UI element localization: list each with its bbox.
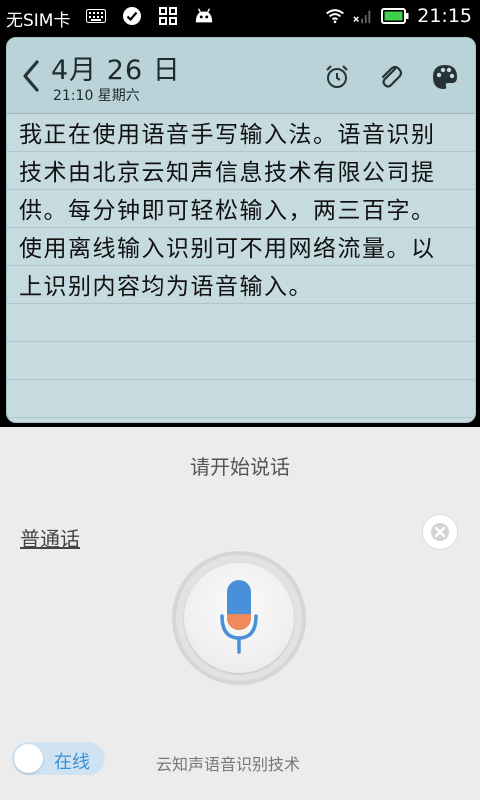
check-circle-icon xyxy=(122,6,142,26)
voice-input-panel: 请开始说话 普通话 在线 云知声语音识别技术 xyxy=(0,427,480,800)
close-button[interactable] xyxy=(422,514,458,550)
note-card: 4月 26 日 21:10 星期六 我正在使用语音手写输入法。语音识别技术由北京… xyxy=(6,37,476,423)
apps-grid-icon xyxy=(158,6,178,26)
paperclip-icon[interactable] xyxy=(375,62,405,92)
battery-icon xyxy=(381,6,409,26)
status-bar: 无SIM卡 21:15 xyxy=(0,0,480,33)
back-chevron-icon xyxy=(23,60,39,92)
signal-x-icon xyxy=(353,6,373,26)
back-button[interactable] xyxy=(17,56,43,96)
android-icon xyxy=(194,6,214,26)
palette-icon[interactable] xyxy=(430,62,460,92)
language-selector[interactable]: 普通话 xyxy=(20,523,80,552)
online-toggle[interactable]: 在线 xyxy=(12,742,105,775)
note-body[interactable]: 我正在使用语音手写输入法。语音识别技术由北京云知声信息技术有限公司提供。每分钟即… xyxy=(7,114,475,422)
status-time: 21:15 xyxy=(417,5,472,27)
alarm-clock-icon[interactable] xyxy=(322,62,352,92)
provider-credit: 云知声语音识别技术 xyxy=(156,755,301,774)
keyboard-icon xyxy=(86,6,106,26)
close-icon xyxy=(431,523,449,541)
carrier-label: 无SIM卡 xyxy=(6,11,71,31)
microphone-icon xyxy=(220,580,258,654)
toggle-label: 在线 xyxy=(54,752,90,773)
note-header: 4月 26 日 21:10 星期六 xyxy=(7,38,475,114)
note-text[interactable]: 我正在使用语音手写输入法。语音识别技术由北京云知声信息技术有限公司提供。每分钟即… xyxy=(19,116,459,306)
speak-prompt: 请开始说话 xyxy=(190,455,290,479)
note-date: 4月 26 日 xyxy=(51,55,181,86)
note-time-weekday: 21:10 星期六 xyxy=(53,88,140,104)
wifi-icon xyxy=(325,6,345,26)
toggle-knob xyxy=(14,744,43,773)
mic-button[interactable] xyxy=(172,551,306,685)
